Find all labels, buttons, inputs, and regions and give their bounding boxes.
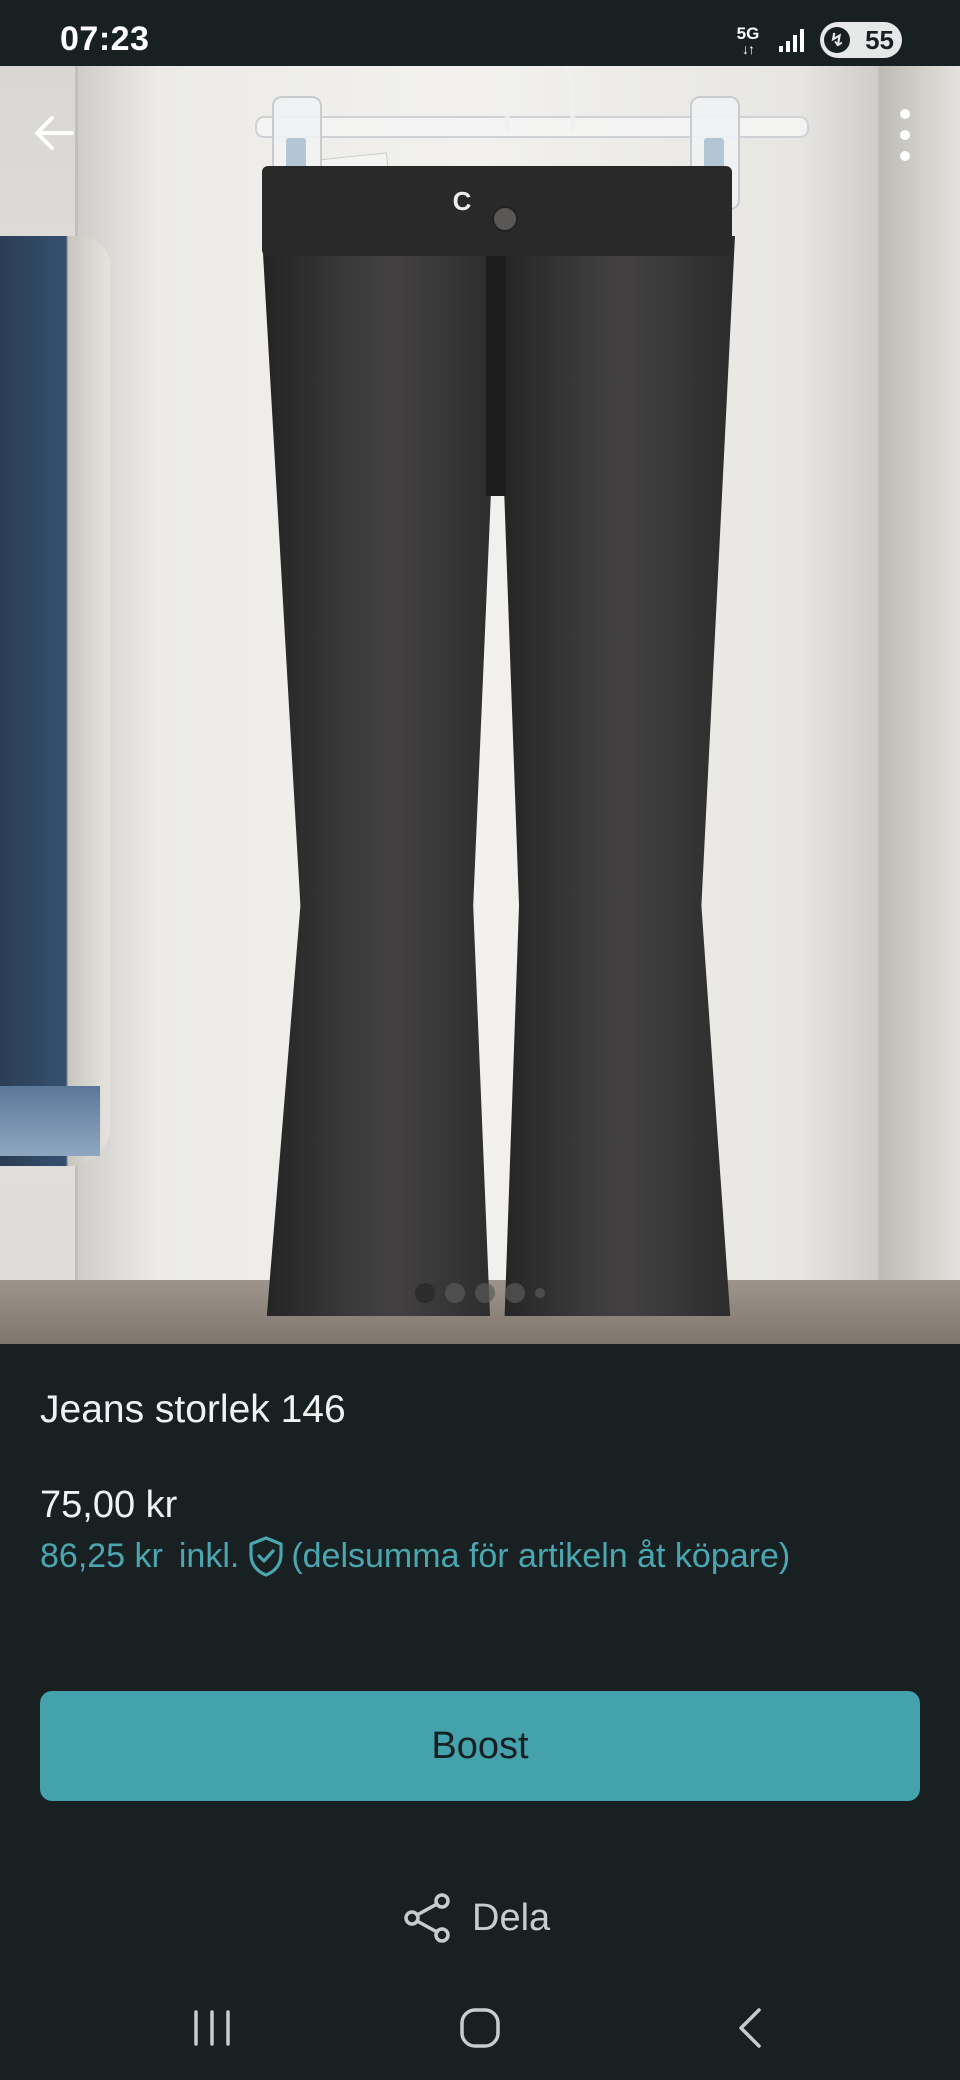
system-back-button[interactable] [710,1993,790,2063]
network-indicator: 5G ↓↑ [733,25,763,57]
recent-apps-button[interactable] [172,1993,252,2063]
status-time: 07:23 [60,20,150,58]
photo-side-clothes [0,236,110,1166]
battery-indicator: ↯ 55 [820,22,902,58]
product-photo[interactable]: C [0,66,960,1344]
hanger-hook [505,66,575,131]
jeans-leg-right [495,236,735,1316]
buyer-price-amount: 86,25 kr [40,1536,163,1575]
back-button[interactable] [28,106,82,160]
share-icon [404,1893,450,1943]
status-bar: 07:23 5G ↓↑ ↯ 55 [0,0,960,66]
status-indicators: 5G ↓↑ ↯ 55 [733,20,902,60]
home-button[interactable] [440,1993,520,2063]
share-label: Dela [472,1896,551,1939]
item-title: Jeans storlek 146 [40,1388,346,1431]
jeans-brand-logo: C [452,186,472,216]
buyer-price-incl-label: inkl. [178,1536,240,1575]
share-button[interactable]: Dela [400,1888,550,1948]
home-icon [460,2008,500,2048]
arrow-left-icon [35,116,74,150]
carousel-dot[interactable] [415,1283,435,1303]
more-vertical-icon [900,109,910,161]
carousel-dots [0,1283,960,1303]
jeans-button [492,206,518,232]
system-navigation-bar [0,1975,960,2080]
more-options-button[interactable] [880,104,930,166]
photo-background-edge [880,66,960,1344]
boost-button[interactable]: Boost [40,1691,920,1801]
buyer-price-note: (delsumma för artikeln åt köpare) [291,1536,791,1575]
recent-apps-icon [194,2010,230,2046]
buyer-price-info[interactable]: 86,25 kr inkl. (delsumma för artikeln åt… [40,1535,790,1577]
battery-level: 55 [865,24,894,55]
carousel-dot[interactable] [535,1288,545,1298]
battery-saver-icon: ↯ [824,27,850,53]
carousel-dot[interactable] [505,1283,525,1303]
signal-strength-icon [779,28,804,52]
chevron-left-icon [739,2008,761,2048]
jeans-fly [486,256,506,496]
data-arrows-icon: ↓↑ [742,41,755,57]
jeans-leg-left [262,236,502,1316]
shield-check-icon [249,1536,283,1577]
carousel-dot[interactable] [475,1283,495,1303]
carousel-dot[interactable] [445,1283,465,1303]
item-price: 75,00 kr [40,1484,178,1526]
